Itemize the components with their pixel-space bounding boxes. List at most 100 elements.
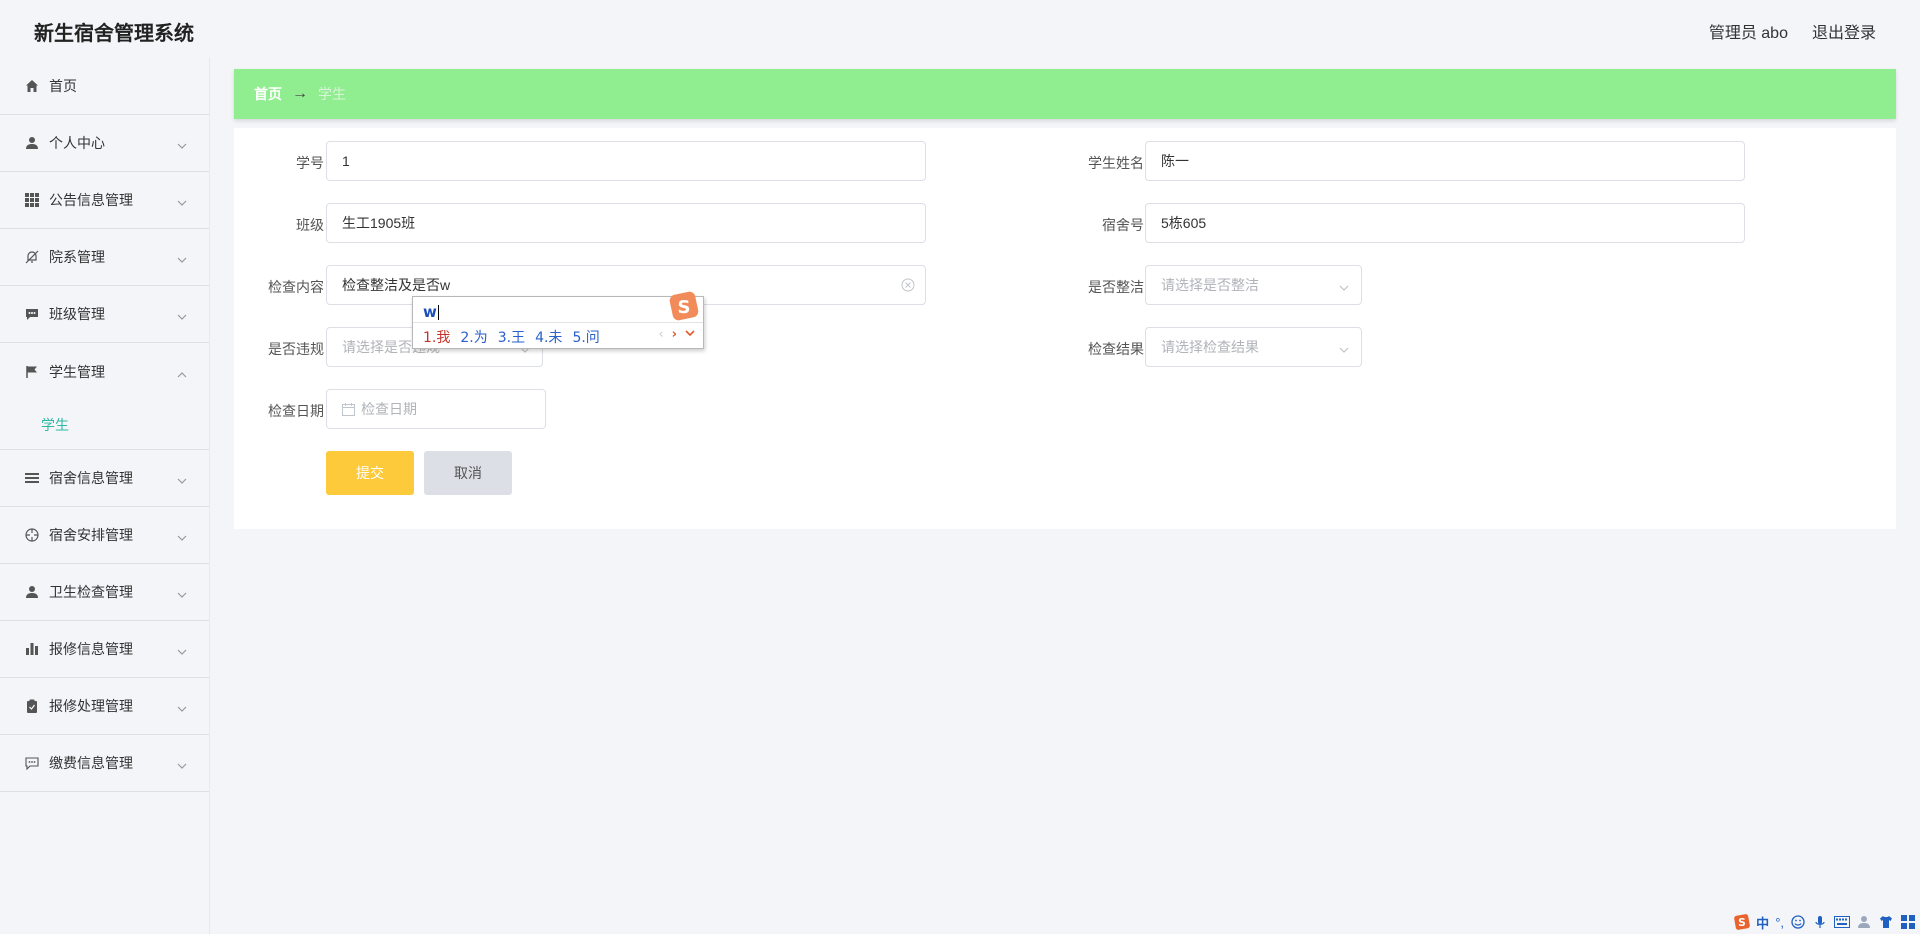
sidebar-item-home[interactable]: 首页 (0, 58, 209, 115)
target-icon (24, 527, 40, 543)
svg-text:S: S (678, 297, 691, 318)
sidebar-item-label: 报修处理管理 (49, 698, 133, 714)
ime-composition: w (423, 303, 439, 321)
sidebar-item-class[interactable]: 班级管理 (0, 286, 209, 343)
toolbox-icon[interactable] (1900, 914, 1916, 930)
ime-lang-toggle[interactable]: 中 (1756, 913, 1769, 932)
dorm-no-input[interactable]: 5栋605 (1145, 203, 1745, 243)
user-avatar-icon[interactable] (1856, 914, 1872, 930)
chevron-left-icon[interactable]: ‹ (658, 327, 663, 342)
chevron-down-icon (177, 530, 187, 541)
class-input[interactable]: 生工1905班 (326, 203, 926, 243)
chat-dots-icon (24, 755, 40, 771)
sidebar-item-label: 宿舍安排管理 (49, 527, 133, 543)
chevron-down-icon (177, 309, 187, 320)
ime-toolbar: S 中 °, (1734, 910, 1920, 934)
sidebar-item-students[interactable]: 学生管理 (0, 343, 209, 400)
check-date-label: 检查日期 (268, 403, 324, 419)
student-no-value: 1 (342, 153, 350, 169)
ime-candidates: 1.我 2.为 3.王 4.未 5.问 (423, 327, 600, 347)
sidebar: 首页 个人中心 公告信息管理 院系管理 班级管理 学生管理 学生 宿舍信息管理 … (0, 58, 210, 934)
student-name-input[interactable]: 陈一 (1145, 141, 1745, 181)
sidebar-item-label: 个人中心 (49, 135, 105, 151)
ime-candidate[interactable]: 5.问 (572, 327, 599, 347)
chevron-down-icon (177, 473, 187, 484)
top-header: 新生宿舍管理系统 管理员 abo 退出登录 (0, 0, 1920, 58)
sidebar-item-notice[interactable]: 公告信息管理 (0, 172, 209, 229)
breadcrumb-separator: → (292, 85, 308, 102)
keyboard-icon[interactable] (1834, 914, 1850, 930)
sidebar-item-label: 首页 (49, 78, 77, 94)
chevron-down-icon[interactable] (685, 327, 695, 342)
sogou-logo-icon: S (669, 291, 699, 321)
student-no-input[interactable]: 1 (326, 141, 926, 181)
chevron-down-icon (1339, 342, 1349, 353)
svg-text:S: S (1738, 916, 1746, 929)
chevron-down-icon (177, 587, 187, 598)
student-name-label: 学生姓名 (1088, 155, 1144, 171)
ime-punct-toggle[interactable]: °, (1775, 915, 1784, 930)
check-result-select[interactable]: 请选择检查结果 (1145, 327, 1362, 367)
bell-off-icon (24, 249, 40, 265)
sidebar-item-label: 班级管理 (49, 306, 105, 322)
chevron-down-icon (177, 644, 187, 655)
dorm-no-label: 宿舍号 (1102, 217, 1144, 233)
emoji-icon[interactable] (1790, 914, 1806, 930)
clipboard-icon (24, 698, 40, 714)
sidebar-item-label: 学生管理 (49, 363, 105, 380)
breadcrumb-home[interactable]: 首页 (254, 84, 282, 104)
chevron-right-icon[interactable]: › (672, 327, 677, 342)
sogou-logo-icon[interactable]: S (1734, 914, 1750, 930)
sidebar-item-label: 公告信息管理 (49, 192, 133, 208)
skin-shirt-icon[interactable] (1878, 914, 1894, 930)
sidebar-item-repair-info[interactable]: 报修信息管理 (0, 621, 209, 678)
microphone-icon[interactable] (1812, 914, 1828, 930)
class-value: 生工1905班 (342, 215, 416, 231)
flag-icon (24, 364, 40, 380)
chevron-up-icon (177, 367, 187, 377)
chevron-down-icon (177, 701, 187, 712)
user-icon (24, 584, 40, 600)
ime-candidate[interactable]: 1.我 (423, 327, 450, 347)
sidebar-item-hygiene[interactable]: 卫生检查管理 (0, 564, 209, 621)
sidebar-item-dorm-arrange[interactable]: 宿舍安排管理 (0, 507, 209, 564)
check-content-label: 检查内容 (268, 279, 324, 295)
clear-icon[interactable] (901, 278, 915, 292)
grid-icon (24, 192, 40, 208)
ime-candidate[interactable]: 3.王 (498, 327, 525, 347)
logout-link[interactable]: 退出登录 (1812, 19, 1876, 43)
ime-candidate-window: w S 1.我 2.为 3.王 4.未 5.问 ‹ › (412, 291, 704, 349)
check-result-placeholder: 请选择检查结果 (1161, 339, 1259, 355)
chevron-down-icon (1339, 280, 1349, 291)
ime-candidate[interactable]: 4.未 (535, 327, 562, 347)
submit-button[interactable]: 提交 (326, 451, 414, 495)
chevron-down-icon (177, 252, 187, 263)
header-actions: 管理员 abo 退出登录 (1709, 19, 1876, 43)
sidebar-item-repair-handle[interactable]: 报修处理管理 (0, 678, 209, 735)
cancel-button[interactable]: 取消 (424, 451, 512, 495)
check-date-placeholder: 检查日期 (361, 401, 417, 417)
check-date-picker[interactable]: 检查日期 (326, 389, 546, 429)
is-violation-label: 是否违规 (268, 341, 324, 357)
is-tidy-select[interactable]: 请选择是否整洁 (1145, 265, 1362, 305)
sidebar-item-dorm-info[interactable]: 宿舍信息管理 (0, 450, 209, 507)
admin-user-label[interactable]: 管理员 abo (1709, 19, 1788, 43)
sidebar-item-label: 缴费信息管理 (49, 755, 133, 771)
app-title: 新生宿舍管理系统 (34, 23, 194, 45)
sidebar-subitem-student[interactable]: 学生 (0, 400, 209, 450)
check-result-label: 检查结果 (1088, 341, 1144, 357)
ime-candidate[interactable]: 2.为 (460, 327, 487, 347)
sidebar-item-payment[interactable]: 缴费信息管理 (0, 735, 209, 792)
breadcrumb-current: 学生 (318, 86, 346, 102)
user-icon (24, 135, 40, 151)
sidebar-item-personal[interactable]: 个人中心 (0, 115, 209, 172)
is-tidy-placeholder: 请选择是否整洁 (1161, 277, 1259, 293)
student-name-value: 陈一 (1161, 153, 1189, 169)
is-tidy-label: 是否整洁 (1088, 279, 1144, 295)
breadcrumb: 首页 → 学生 (234, 69, 1896, 119)
sidebar-item-department[interactable]: 院系管理 (0, 229, 209, 286)
ime-composition-text: w (423, 303, 437, 321)
sidebar-item-label: 院系管理 (49, 249, 105, 265)
list-icon (24, 470, 40, 486)
chat-icon (24, 306, 40, 322)
